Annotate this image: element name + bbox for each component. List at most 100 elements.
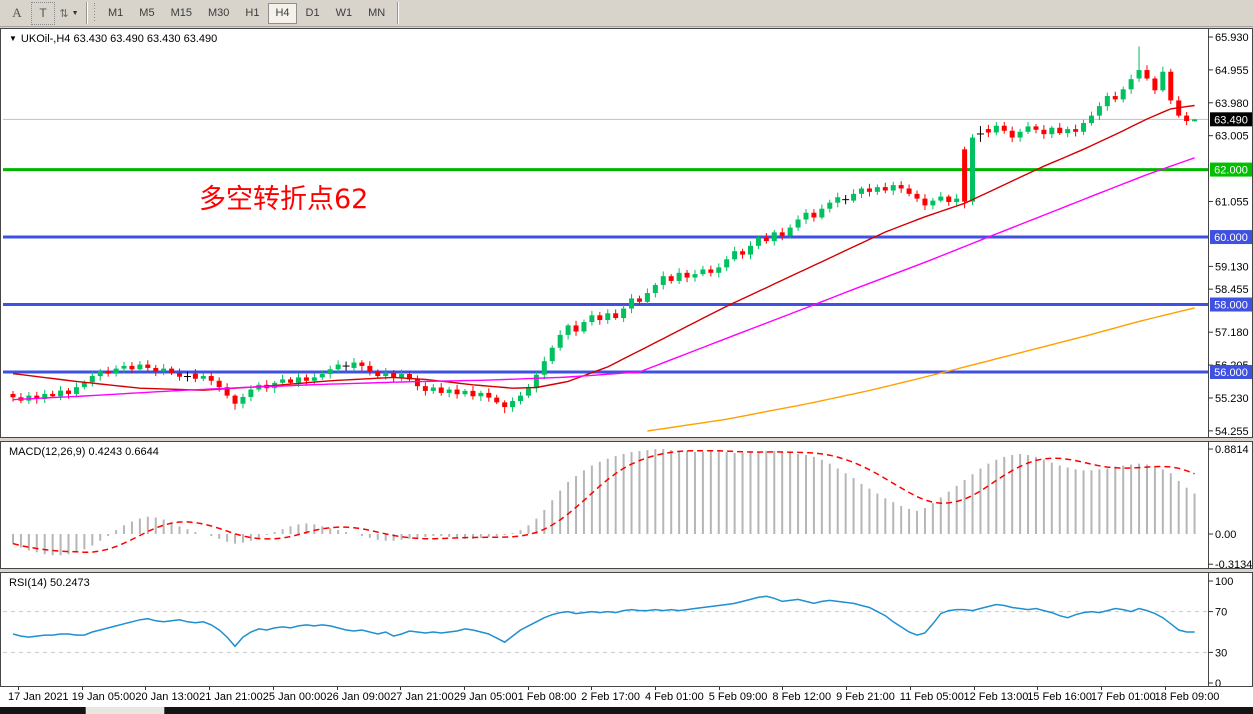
macd-tick-label[interactable]: 0.00 [1215,529,1236,541]
dropdown-caret-icon: ▼ [72,10,79,17]
timeframe-m1-button[interactable]: M1 [101,3,130,24]
macd-tick-label[interactable]: -0.3134 [1215,559,1252,568]
price-tick-label[interactable]: 63.980 [1215,98,1249,110]
text-tool-button[interactable]: T [31,2,55,25]
candle-body [566,325,571,334]
chart-annotation[interactable]: 多空转折点62 [199,185,368,215]
candle-body [122,366,127,369]
price-tick-label[interactable]: 63.005 [1215,131,1249,143]
timeframe-h1-button[interactable]: H1 [238,3,266,24]
price-tick-label[interactable]: 65.930 [1215,32,1249,44]
candle-body [621,309,626,318]
price-tick-label[interactable]: 57.180 [1215,327,1249,339]
font-tool-button[interactable]: A [5,2,29,25]
time-tick [846,687,847,690]
chart-title-text: UKOil-,H4 63.430 63.490 63.430 63.490 [21,33,217,45]
candle-body [637,298,642,301]
candle-body [653,285,658,293]
candle-body [558,335,563,348]
price-tick-label[interactable]: 54.255 [1215,426,1249,437]
candle-body [50,394,55,396]
price-tick-label[interactable]: 58.455 [1215,284,1249,296]
main-chart-canvas[interactable]: 65.930 64.955 63.980 63.005 61.055 59.130 58.4… [1,29,1252,437]
macd-tick-label[interactable]: 0.8814 [1215,444,1249,456]
candle-body [1129,79,1134,89]
time-label: 9 Feb 21:00 [836,691,895,703]
timeframe-w1-button[interactable]: W1 [329,3,360,24]
candle-body [732,251,737,259]
candle-body [1033,126,1038,129]
price-tick-label[interactable]: 61.055 [1215,196,1249,208]
candle-body [867,188,872,191]
time-tick [145,687,146,690]
price-badge-label: 63.490 [1214,114,1248,126]
price-tick-label[interactable]: 59.130 [1215,261,1249,273]
timeframe-m30-button[interactable]: M30 [201,3,236,24]
candle-body [780,232,785,235]
candle-body [98,371,103,376]
arrow-tool-button[interactable]: ⇅▼ [57,2,81,25]
candle-body [510,401,515,407]
rsi-tick-label[interactable]: 0 [1215,678,1221,686]
ma-fast-line [13,106,1195,391]
candle-body [312,377,317,380]
rsi-tick-label[interactable]: 30 [1215,647,1227,659]
candle-body [320,374,325,377]
symbol-dropdown-icon[interactable]: ▼ [9,34,17,43]
candle-body [581,322,586,331]
time-label: 15 Feb 16:00 [1027,691,1092,703]
candle-body [336,365,341,370]
h-scrollbar[interactable] [0,707,1253,714]
candle-body [677,273,682,281]
main-chart-panel: ▼ UKOil-,H4 63.430 63.490 63.430 63.490 多… [0,28,1253,438]
timeframe-h4-button[interactable]: H4 [268,3,296,24]
candle-body [423,386,428,391]
candle-body [907,188,912,193]
candle-body [478,393,483,396]
timeframe-d1-button[interactable]: D1 [299,3,327,24]
candle-body [788,228,793,236]
candle-body [1010,131,1015,138]
timeframe-m5-button[interactable]: M5 [132,3,161,24]
candle-body [605,313,610,320]
macd-canvas[interactable]: 0.8814 0.00 -0.3134 [1,442,1252,568]
rsi-tick-label[interactable]: 70 [1215,607,1227,619]
candle-body [716,267,721,272]
candle-body [58,391,63,397]
time-label: 17 Jan 2021 [8,691,69,703]
candle-body [827,203,832,209]
candle-body [994,126,999,133]
candle-body [431,388,436,391]
candle-body [1049,128,1054,134]
candle-body [399,374,404,377]
candle-body [796,220,801,228]
time-tick [528,687,529,690]
candle-body [970,138,975,202]
time-tick [1165,687,1166,690]
h-scroll-thumb[interactable] [85,707,165,714]
price-tick-label[interactable]: 55.230 [1215,393,1249,405]
timeframe-mn-button[interactable]: MN [361,3,392,24]
candle-body [415,379,420,386]
time-tick [974,687,975,690]
candle-body [1113,96,1118,99]
toolbar-grip[interactable] [93,3,97,23]
text-tool-label: T [39,6,46,20]
time-tick [1101,687,1102,690]
rsi-canvas[interactable]: 100 70 30 0 [1,573,1252,686]
candle-body [137,365,142,370]
time-axis[interactable]: 17 Jan 202119 Jan 05:0020 Jan 13:0021 Ja… [0,687,1253,707]
candle-body [383,373,388,376]
time-tick [337,687,338,690]
candle-body [891,185,896,190]
time-tick [209,687,210,690]
candle-body [954,199,959,202]
candle-body [613,313,618,318]
time-tick [273,687,274,690]
price-tick-label[interactable]: 64.955 [1215,65,1249,77]
timeframe-m15-button[interactable]: M15 [164,3,199,24]
candle-body [700,269,705,274]
candle-body [153,368,158,371]
candle-body [589,315,594,322]
rsi-tick-label[interactable]: 100 [1215,576,1233,588]
